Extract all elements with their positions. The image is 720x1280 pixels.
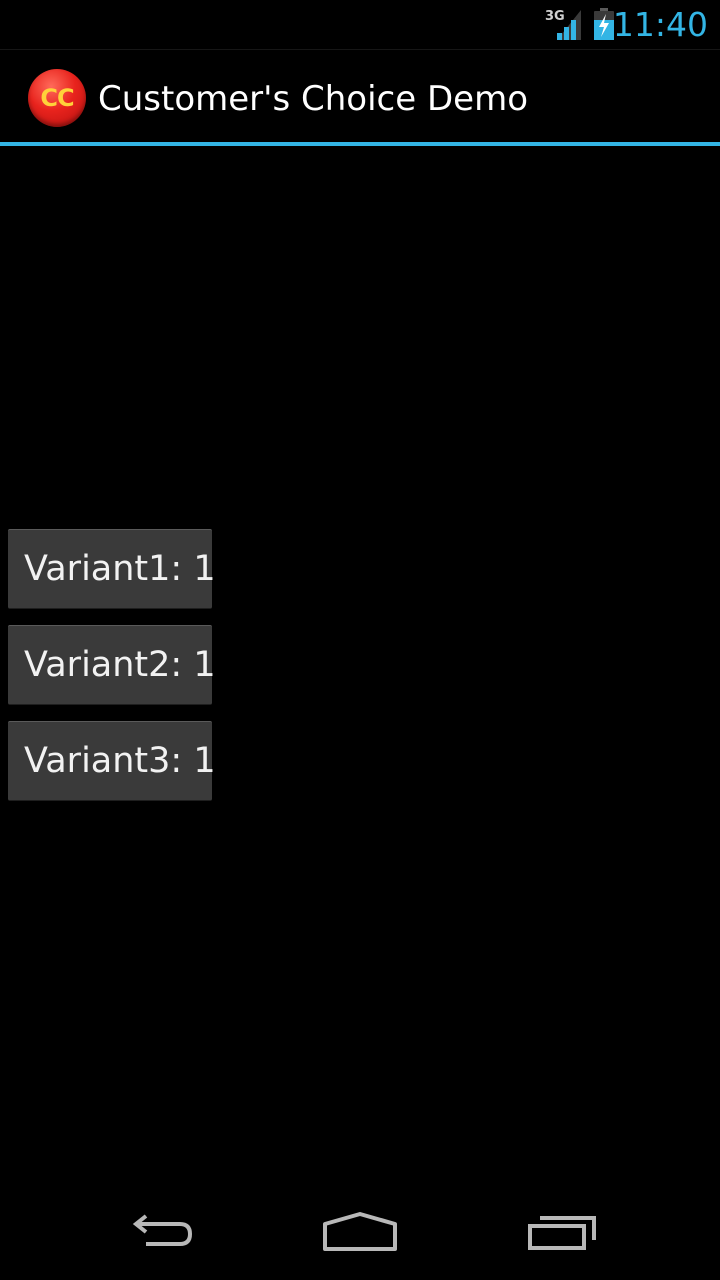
back-icon	[132, 1214, 193, 1246]
home-button[interactable]	[300, 1184, 420, 1280]
app-title: Customer's Choice Demo	[98, 79, 528, 119]
signal-3g-icon: 3G	[545, 9, 581, 40]
variant1-button[interactable]: Variant1: 1	[8, 529, 216, 609]
variant3-button[interactable]: Variant3: 1	[8, 721, 216, 801]
recent-apps-icon	[528, 1216, 596, 1250]
status-bar: 3G 11:40	[0, 0, 720, 50]
status-clock: 11:40	[612, 5, 708, 44]
home-icon	[323, 1212, 397, 1251]
action-bar-divider	[0, 142, 720, 146]
variant2-button[interactable]: Variant2: 1	[8, 625, 216, 705]
screen: 3G 11:40 CC Customer's Choice Demo Varia…	[0, 0, 720, 1280]
network-type-label: 3G	[545, 9, 565, 24]
app-icon-label: CC	[40, 84, 74, 112]
app-icon[interactable]: CC	[28, 69, 86, 127]
back-button[interactable]	[100, 1184, 220, 1280]
recent-apps-button[interactable]	[502, 1184, 622, 1280]
